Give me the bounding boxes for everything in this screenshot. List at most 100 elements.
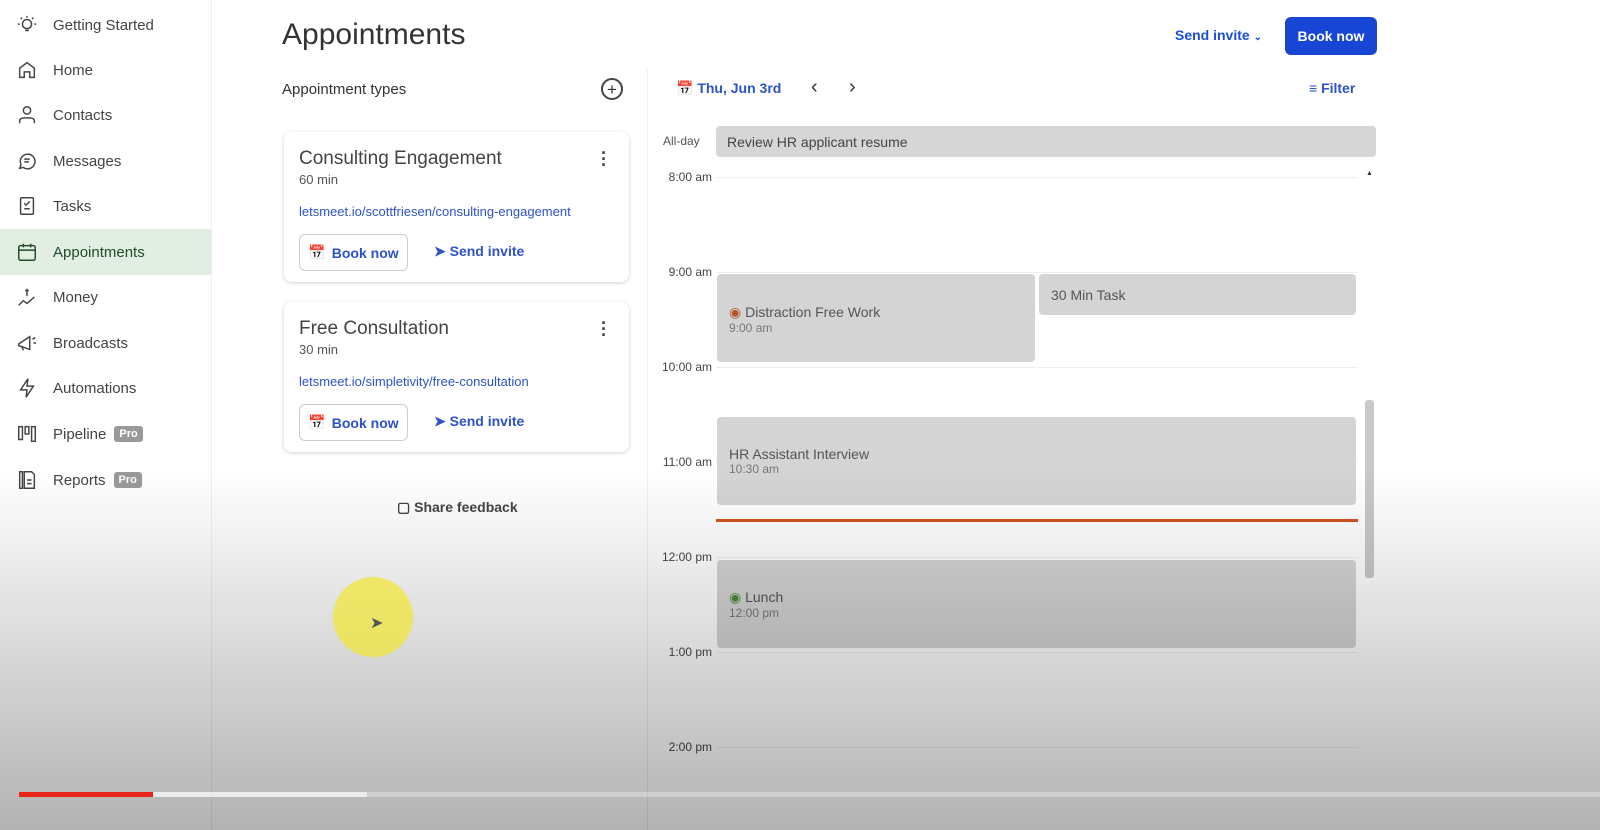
event-title: Lunch	[745, 589, 784, 605]
hour-line	[716, 367, 1358, 368]
card-send-invite-button[interactable]: ➤ Send invite	[434, 243, 524, 260]
sidebar-item-label: Messages	[53, 152, 122, 170]
calendar-icon: 📅	[676, 80, 694, 96]
event-title: HR Assistant Interview	[729, 446, 870, 462]
book-now-label: Book now	[331, 244, 399, 261]
sidebar-item-tasks[interactable]: Tasks	[0, 183, 211, 229]
sidebar-item-home[interactable]: Home	[0, 47, 211, 93]
event-time: 12:00 pm	[729, 606, 780, 620]
money-icon	[18, 288, 35, 306]
video-overlay-shade	[0, 470, 1600, 830]
send-icon: ➤	[434, 243, 446, 259]
hour-label: 12:00 pm	[661, 550, 712, 564]
calendar-event[interactable]: ◉ Lunch 12:00 pm	[717, 560, 1356, 648]
card-book-now-button[interactable]: 📅 Book now	[299, 404, 408, 441]
sidebar-item-label: Tasks	[53, 197, 92, 215]
book-now-button[interactable]: Book now	[1285, 17, 1377, 55]
pro-badge: Pro	[113, 472, 142, 488]
chat-icon	[18, 153, 36, 170]
book-now-label: Book now	[331, 414, 399, 431]
appointment-type-duration: 60 min	[299, 172, 339, 187]
more-options-icon[interactable]: · · ·	[601, 144, 607, 174]
all-day-event[interactable]: Review HR applicant resume	[716, 126, 1376, 157]
pipeline-icon	[18, 425, 36, 443]
sidebar-item-getting-started[interactable]: Getting Started	[0, 2, 211, 48]
plus-icon: +	[607, 79, 617, 99]
filter-button[interactable]: ≡ Filter	[1309, 80, 1355, 96]
calendar-event[interactable]: HR Assistant Interview 10:30 am	[717, 417, 1356, 505]
lightning-icon	[19, 378, 35, 398]
send-invite-dropdown[interactable]: Send invite ⌄	[1175, 27, 1262, 43]
sidebar-item-broadcasts[interactable]: Broadcasts	[0, 320, 211, 366]
hour-label: 11:00 am	[662, 455, 712, 469]
sidebar-item-money[interactable]: Money	[0, 274, 211, 320]
appointment-type-card: Free Consultation 30 min · · · letsmeet.io…	[284, 302, 629, 452]
event-time: 9:00 am	[729, 321, 773, 335]
current-time-indicator	[716, 519, 1358, 522]
scrollbar-thumb[interactable]	[1365, 400, 1374, 578]
hour-label: 1:00 pm	[668, 645, 712, 659]
calendar-icon	[18, 243, 36, 261]
sidebar-item-automations[interactable]: Automations	[0, 365, 211, 411]
booking-link[interactable]: letsmeet.io/scottfriesen/consulting-enga…	[299, 204, 571, 219]
home-icon	[18, 61, 36, 79]
event-title: 30 Min Task	[1051, 287, 1126, 303]
sidebar-item-label: Contacts	[53, 106, 113, 124]
send-invite-label: Send invite	[449, 413, 525, 429]
current-date: Thu, Jun 3rd	[697, 80, 782, 96]
sidebar-item-contacts[interactable]: Contacts	[0, 92, 211, 138]
all-day-label: All-day	[663, 134, 700, 148]
filter-label: Filter	[1321, 80, 1356, 96]
share-feedback-label: Share feedback	[414, 499, 518, 515]
pro-badge: Pro	[114, 426, 143, 442]
video-progress-bar[interactable]	[19, 792, 1600, 797]
share-feedback-button[interactable]: ▢ Share feedback	[397, 499, 518, 516]
sidebar-item-label: Getting Started	[53, 16, 154, 34]
sidebar-item-label: Broadcasts	[53, 334, 129, 352]
cursor-highlight: ➤	[333, 577, 413, 657]
more-options-icon[interactable]: · · ·	[601, 314, 607, 344]
person-icon	[18, 106, 36, 124]
lunch-icon: ◉	[729, 589, 742, 605]
lightbulb-icon	[17, 15, 37, 32]
sidebar-item-messages[interactable]: Messages	[0, 138, 211, 184]
calendar-icon: 📅	[308, 244, 326, 260]
send-invite-label: Send invite	[1175, 27, 1250, 43]
sidebar-item-pipeline[interactable]: Pipeline Pro	[0, 411, 211, 457]
hour-label: 9:00 am	[668, 265, 712, 279]
page-title: Appointments	[282, 18, 466, 51]
add-appointment-type-button[interactable]: +	[601, 78, 623, 100]
calendar-event[interactable]: ◉ Distraction Free Work 9:00 am	[717, 274, 1035, 362]
next-day-button[interactable]: ›	[849, 76, 856, 99]
appointment-type-name: Consulting Engagement	[299, 148, 502, 169]
event-title: Distraction Free Work	[745, 304, 881, 320]
event-time: 10:30 am	[729, 462, 780, 476]
cursor-icon: ➤	[370, 615, 384, 632]
card-send-invite-button[interactable]: ➤ Send invite	[434, 413, 524, 430]
hour-line	[716, 747, 1358, 748]
video-played	[19, 792, 154, 797]
sidebar-item-label: Reports	[53, 471, 106, 489]
hour-line	[716, 557, 1358, 558]
checklist-icon	[19, 197, 35, 215]
megaphone-icon	[18, 335, 37, 351]
sidebar-item-reports[interactable]: Reports Pro	[0, 457, 211, 503]
divider	[647, 70, 648, 830]
report-icon	[18, 471, 36, 489]
calendar-icon: 📅	[308, 414, 326, 430]
card-book-now-button[interactable]: 📅 Book now	[299, 234, 408, 271]
appointment-type-card: Consulting Engagement 60 min · · · letsmee…	[284, 132, 629, 282]
sidebar-item-label: Home	[53, 61, 94, 79]
send-invite-label: Send invite	[449, 243, 525, 259]
previous-day-button[interactable]: ‹	[811, 76, 818, 99]
hour-line	[716, 177, 1358, 178]
hour-line	[716, 652, 1358, 653]
date-picker-button[interactable]: 📅 Thu, Jun 3rd	[676, 80, 781, 97]
feedback-icon: ▢	[397, 499, 411, 515]
booking-link[interactable]: letsmeet.io/simpletivity/free-consultati…	[299, 374, 529, 389]
calendar-event[interactable]: 30 Min Task	[1039, 274, 1356, 315]
chevron-down-icon: ⌄	[1253, 32, 1262, 43]
sidebar-item-appointments[interactable]: Appointments	[0, 229, 211, 275]
hour-label: 2:00 pm	[668, 740, 712, 754]
sidebar-item-label: Appointments	[53, 243, 145, 261]
